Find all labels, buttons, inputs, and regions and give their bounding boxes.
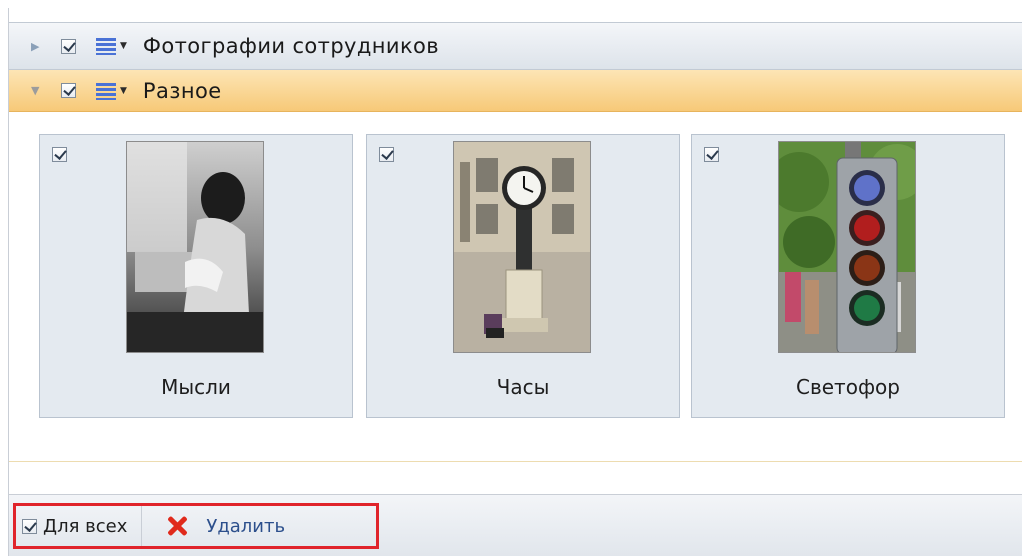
delete-button[interactable]: Удалить [166, 515, 285, 537]
photo-caption: Часы [496, 375, 550, 399]
gallery-frame: ▶ ▼ Фотографии сотрудников ▼ ▼ Разное Мы… [8, 8, 1022, 556]
group-title: Фотографии сотрудников [142, 34, 440, 58]
group-header-misc[interactable]: ▼ ▼ Разное [9, 70, 1022, 112]
group-title: Разное [142, 78, 222, 103]
for-all-toggle[interactable]: Для всех [16, 506, 143, 546]
bottom-toolbar: Для всех Удалить [9, 494, 1022, 556]
photo-checkbox[interactable] [52, 147, 67, 162]
photo-tile[interactable]: Часы [366, 134, 680, 418]
group-header-employee-photos[interactable]: ▶ ▼ Фотографии сотрудников [9, 22, 1022, 70]
list-menu-icon[interactable] [96, 82, 116, 100]
delete-label[interactable]: Удалить [206, 516, 285, 537]
photo-caption: Светофор [796, 375, 900, 399]
photo-checkbox[interactable] [379, 147, 394, 162]
list-menu-icon[interactable] [96, 37, 116, 55]
photo-tile[interactable]: Мысли [39, 134, 353, 418]
photo-caption: Мысли [161, 375, 231, 399]
expand-arrow-icon[interactable]: ▶ [31, 40, 43, 53]
collapse-arrow-icon[interactable]: ▼ [31, 84, 43, 97]
for-all-checkbox[interactable] [22, 518, 37, 534]
photo-thumbnail[interactable] [126, 141, 264, 353]
photo-thumbnail[interactable] [453, 141, 591, 353]
delete-x-icon[interactable] [166, 515, 188, 537]
photo-tile[interactable]: Светофор [691, 134, 1005, 418]
group-checkbox-misc[interactable] [61, 83, 76, 98]
chevron-down-icon[interactable]: ▼ [120, 86, 127, 96]
highlighted-actions: Для всех Удалить [13, 503, 379, 549]
for-all-label[interactable]: Для всех [43, 516, 127, 537]
photo-checkbox[interactable] [704, 147, 719, 162]
group-content-panel: Мысли Часы Светофор [9, 112, 1022, 462]
photo-thumbnail[interactable] [778, 141, 916, 353]
chevron-down-icon[interactable]: ▼ [120, 41, 127, 51]
group-checkbox-employee-photos[interactable] [61, 38, 76, 54]
